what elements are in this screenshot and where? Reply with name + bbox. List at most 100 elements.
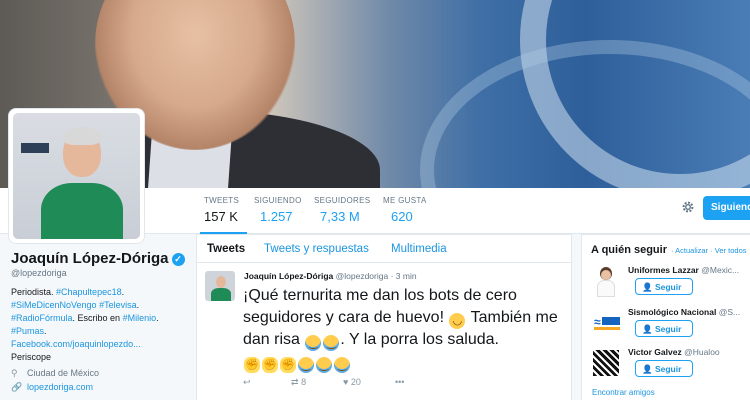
bio-line: Facebook.com/joaquinlopezdo... xyxy=(11,338,176,351)
location-pin-icon: ⚲ xyxy=(11,368,18,378)
stat-label: TWEETS xyxy=(204,196,240,205)
avatar-face-shape xyxy=(601,270,611,280)
stat-value: 7,33 M xyxy=(320,209,360,224)
tweet-time[interactable]: 3 min xyxy=(396,271,417,281)
suggestion-name[interactable]: Uniformes Lazzar @Mexic... xyxy=(628,265,739,275)
stat-tweets[interactable]: TWEETS 157 K xyxy=(199,196,248,235)
profile-bio: Periodista. #Chapultepec18. #SiMeDicenNoV… xyxy=(11,286,176,364)
bio-link[interactable]: #Pumas xyxy=(11,326,44,336)
stat-label: SEGUIDORES xyxy=(314,196,371,205)
bio-text: . xyxy=(121,287,125,297)
avatar-pattern xyxy=(593,350,619,376)
reply-icon[interactable]: ↩ xyxy=(243,377,251,388)
tweet-author[interactable]: Joaquín López-Dóriga xyxy=(244,271,333,281)
profile-location: ⚲ Ciudad de México xyxy=(11,368,99,379)
stat-value: 620 xyxy=(391,209,413,224)
wtf-title: A quién seguir xyxy=(591,244,667,256)
suggestion-avatar[interactable]: ≈ xyxy=(590,307,622,339)
profile-handle[interactable]: @lopezdoriga xyxy=(11,268,67,278)
bio-text: . xyxy=(136,300,140,310)
profile-name[interactable]: Joaquín López-Dóriga ✓ xyxy=(11,250,185,267)
tab-tweets-replies[interactable]: Tweets y respuestas xyxy=(264,243,369,255)
website-text[interactable]: lopezdoriga.com xyxy=(27,382,93,392)
tab-media[interactable]: Multimedia xyxy=(391,243,447,255)
stat-following[interactable]: SIGUIENDO 1.257 xyxy=(254,196,302,224)
bio-line: #Pumas. xyxy=(11,325,176,338)
suggestion-handle: @S... xyxy=(718,307,741,317)
heart-icon: ♥ xyxy=(343,377,349,387)
like-count: 20 xyxy=(350,377,361,387)
suggestion-avatar[interactable] xyxy=(590,347,622,379)
joy-emoji-icon: ‿ xyxy=(305,335,322,351)
tab-tweets[interactable]: Tweets xyxy=(207,243,245,255)
timeline-tabs: Tweets Tweets y respuestas Multimedia xyxy=(197,235,571,263)
follow-label: Seguir xyxy=(654,364,682,374)
add-user-icon: 👤 xyxy=(642,364,653,374)
tweet-avatar-body xyxy=(211,288,231,301)
retweet-count: 8 xyxy=(301,377,307,387)
like-button[interactable]: ♥ 20 xyxy=(343,377,361,387)
bio-line: Periscope xyxy=(11,351,176,364)
stat-likes[interactable]: ME GUSTA 620 xyxy=(383,196,427,224)
tweet-avatar-head xyxy=(216,276,226,288)
add-user-icon: 👤 xyxy=(642,324,653,334)
tweet-header: Joaquín López-Dóriga @lopezdoriga · 3 mi… xyxy=(244,271,417,281)
suggestion-item: ≈ Sismológico Nacional @S... 👤 Seguir xyxy=(590,307,750,347)
profile-name-text: Joaquín López-Dóriga xyxy=(11,250,169,267)
avatar-hair xyxy=(63,127,101,145)
view-all-link[interactable]: Ver todos xyxy=(715,246,747,255)
stat-label: ME GUSTA xyxy=(383,196,427,205)
stat-followers[interactable]: SEGUIDORES 7,33 M xyxy=(314,196,370,224)
header-photo-decoration xyxy=(420,40,750,188)
follow-button[interactable]: 👤 Seguir xyxy=(635,278,693,295)
bio-text: . xyxy=(156,313,159,323)
following-button[interactable]: Siguiendo xyxy=(703,196,750,220)
suggestion-item: Victor Galvez @Hualoo 👤 Seguir xyxy=(590,347,750,387)
ssn-logo-stripe xyxy=(594,327,620,330)
bio-text: . xyxy=(44,326,47,336)
more-icon[interactable]: ••• xyxy=(395,377,404,387)
suggestion-name[interactable]: Sismológico Nacional @S... xyxy=(628,307,740,317)
joy-emoji-icon: ‿ xyxy=(334,357,350,373)
suggestion-item: Uniformes Lazzar @Mexic... 👤 Seguir xyxy=(590,265,750,305)
retweet-button[interactable]: ⇄ 8 xyxy=(291,377,306,388)
refresh-link[interactable]: Actualizar xyxy=(675,246,708,255)
profile-avatar[interactable] xyxy=(9,109,144,243)
tweet-separator: · xyxy=(390,271,394,281)
who-to-follow: A quién seguir · Actualizar · Ver todos … xyxy=(581,234,750,400)
follow-button[interactable]: 👤 Seguir xyxy=(635,320,693,337)
avatar-logo xyxy=(21,143,49,153)
add-user-icon: 👤 xyxy=(642,282,653,292)
fist-emoji-icon: ✊ xyxy=(280,357,296,373)
smirk-emoji-icon: ◡ xyxy=(449,313,466,329)
bio-link[interactable]: #RadioFórmula xyxy=(11,313,73,323)
bio-link[interactable]: #Milenio xyxy=(123,313,157,323)
profile-website[interactable]: 🔗 lopezdoriga.com xyxy=(11,382,93,393)
tweet-avatar[interactable] xyxy=(205,271,235,301)
stat-value: 157 K xyxy=(204,209,238,224)
tweet-text-part: . Y la porra los saluda. xyxy=(340,331,499,348)
find-friends-link[interactable]: Encontrar amigos xyxy=(592,388,655,397)
joy-emoji-icon: ‿ xyxy=(316,357,332,373)
tweet-handle[interactable]: @lopezdoriga xyxy=(336,271,389,281)
bio-link[interactable]: #SiMeDicenNoVengo xyxy=(11,300,97,310)
suggestion-avatar[interactable] xyxy=(590,265,622,297)
avatar xyxy=(13,113,140,239)
suggestion-name[interactable]: Victor Galvez @Hualoo xyxy=(628,347,720,357)
bio-line: #SiMeDicenNoVengo #Televisa. xyxy=(11,299,176,312)
tweet-text: ¡Qué ternurita me dan los bots de cero s… xyxy=(243,285,565,373)
suggestion-name-text: Uniformes Lazzar xyxy=(628,265,699,275)
gear-icon[interactable] xyxy=(681,200,695,214)
bio-link[interactable]: #Televisa xyxy=(99,300,137,310)
bio-text: . Escribo en xyxy=(72,313,123,323)
suggestion-name-text: Victor Galvez xyxy=(628,347,682,357)
bio-link[interactable]: Facebook.com/joaquinlopezdo... xyxy=(11,339,141,349)
wtf-links: · Actualizar · Ver todos xyxy=(671,246,747,255)
avatar-body-shape xyxy=(597,280,615,297)
retweet-icon: ⇄ xyxy=(291,377,299,387)
link-icon: 🔗 xyxy=(11,382,23,392)
follow-button[interactable]: 👤 Seguir xyxy=(635,360,693,377)
bio-link[interactable]: #Chapultepec18 xyxy=(56,287,122,297)
fist-emoji-icon: ✊ xyxy=(262,357,278,373)
bio-text: Periscope xyxy=(11,352,52,362)
